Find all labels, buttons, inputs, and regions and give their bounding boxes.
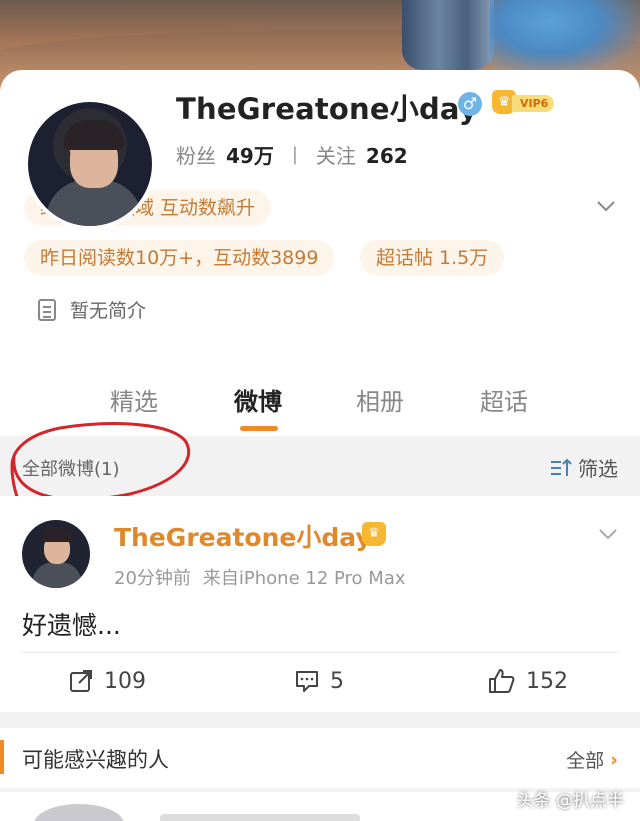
vip-level: VIP6	[512, 95, 555, 112]
active-tab-indicator	[240, 426, 278, 431]
repost-button[interactable]: 109	[68, 668, 146, 694]
post-author[interactable]: TheGreatone小day	[114, 518, 372, 554]
bio-text: 暂无简介	[70, 300, 147, 322]
stats-divider: |	[291, 144, 298, 165]
chevron-down-icon[interactable]	[598, 524, 618, 544]
filter-icon	[551, 458, 572, 476]
like-count: 152	[526, 668, 568, 694]
repost-icon	[70, 670, 92, 692]
see-all-label: 全部	[566, 750, 605, 772]
comment-icon	[296, 671, 318, 692]
avatar-hair	[64, 120, 124, 150]
thumbs-up-icon	[489, 669, 515, 693]
post-meta: 20分钟前 来自iPhone 12 Pro Max	[114, 564, 406, 590]
post-avatar-hair	[41, 528, 73, 542]
cover-water-spray	[490, 0, 640, 75]
watermark: 头条 @扒点半	[516, 791, 624, 811]
following-stat[interactable]: 关注 262	[316, 140, 408, 169]
tab-album[interactable]: 相册	[356, 382, 404, 417]
comment-count: 5	[330, 668, 344, 694]
post-time: 20分钟前	[114, 568, 191, 589]
profile-card: TheGreatone小day ♂ ♛ VIP6 粉丝 49万 | 关注 262 综…	[0, 70, 640, 436]
document-icon	[38, 298, 56, 321]
repost-count: 109	[104, 668, 146, 694]
tab-weibo[interactable]: 微博	[234, 382, 282, 417]
tab-super-topic[interactable]: 超话	[480, 382, 528, 417]
chevron-down-icon[interactable]	[596, 196, 616, 216]
suggested-avatar[interactable]	[34, 804, 124, 821]
tag-reads[interactable]: 昨日阅读数10万+，互动数3899	[24, 240, 335, 276]
post-card: TheGreatone小day ♛ 20分钟前 来自iPhone 12 Pro M…	[0, 496, 640, 712]
followers-label: 粉丝	[176, 144, 216, 168]
post-source: 来自iPhone 12 Pro Max	[202, 568, 406, 589]
cover-person	[402, 0, 494, 70]
profile-name: TheGreatone小day	[176, 92, 478, 126]
profile-stats: 粉丝 49万 | 关注 262	[176, 140, 408, 169]
profile-tabs: 精选 微博 相册 超话	[0, 382, 640, 436]
vip-badge[interactable]: ♛ VIP6	[492, 90, 555, 116]
filter-button[interactable]: 筛选	[550, 453, 618, 482]
like-button[interactable]: 152	[488, 668, 568, 694]
avatar[interactable]	[24, 98, 156, 230]
see-all-link[interactable]: 全部 ›	[566, 746, 618, 773]
crown-icon: ♛	[362, 522, 386, 546]
filter-label: 筛选	[578, 457, 618, 481]
post-avatar-hoodie	[32, 562, 82, 588]
tag-super-topic[interactable]: 超话帖 1.5万	[360, 240, 505, 276]
profile-bio: 暂无简介	[38, 296, 146, 323]
post-text: 好遗憾...	[22, 611, 121, 640]
comment-button[interactable]: 5	[294, 668, 344, 694]
followers-stat[interactable]: 粉丝 49万	[176, 140, 274, 169]
post-avatar[interactable]	[22, 520, 90, 588]
male-icon: ♂	[458, 92, 482, 116]
post-divider	[22, 652, 618, 653]
suggested-name-blurred	[160, 814, 360, 821]
suggested-title: 可能感兴趣的人	[22, 748, 169, 772]
section-accent-bar	[0, 740, 4, 774]
following-count: 262	[365, 144, 408, 168]
suggested-people-header: 可能感兴趣的人 全部 ›	[0, 728, 640, 788]
following-label: 关注	[315, 144, 356, 168]
suggested-person-row[interactable]: 头条 @扒点半	[0, 791, 640, 821]
followers-count: 49万	[226, 144, 274, 168]
filter-bar: 全部微博(1) 筛选	[0, 436, 640, 496]
tab-featured[interactable]: 精选	[110, 382, 158, 417]
chevron-right-icon: ›	[610, 748, 618, 771]
all-posts-count[interactable]: 全部微博(1)	[22, 455, 120, 481]
